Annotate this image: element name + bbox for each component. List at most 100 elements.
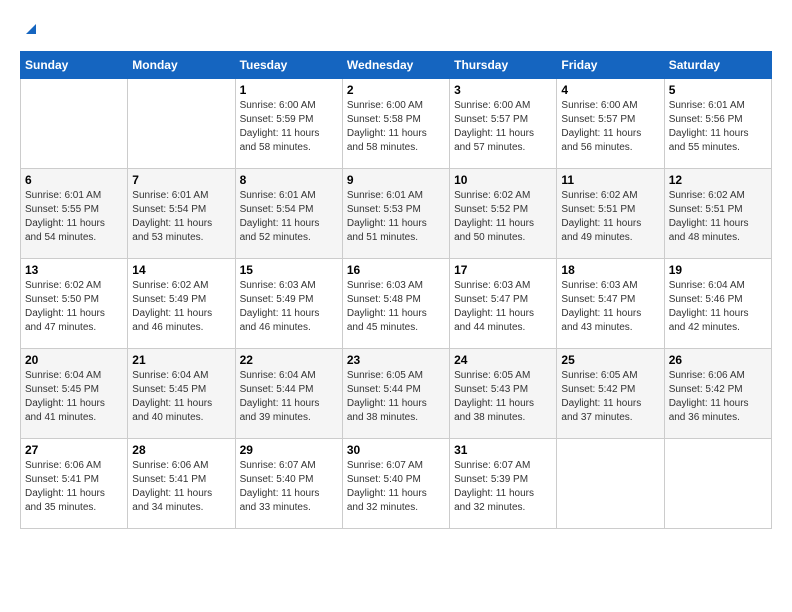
day-number: 31 (454, 443, 552, 457)
calendar-cell: 9 Sunrise: 6:01 AMSunset: 5:53 PMDaylight… (342, 169, 449, 259)
calendar-cell (128, 79, 235, 169)
weekday-header: Monday (128, 52, 235, 79)
day-info: Sunrise: 6:02 AMSunset: 5:51 PMDaylight:… (669, 189, 767, 245)
day-number: 18 (561, 263, 659, 277)
calendar-cell: 30Sunrise: 6:07 AMSunset: 5:40 PMDayligh… (342, 439, 449, 529)
day-info: Sunrise: 6:05 AMSunset: 5:42 PMDaylight:… (561, 369, 659, 425)
day-number: 3 (454, 83, 552, 97)
calendar-cell: 11 Sunrise: 6:02 AMSunset: 5:51 PMDayligh… (557, 169, 664, 259)
calendar-cell: 6 Sunrise: 6:01 AMSunset: 5:55 PMDaylight… (21, 169, 128, 259)
weekday-header: Tuesday (235, 52, 342, 79)
day-info: Sunrise: 6:01 AMSunset: 5:54 PMDaylight:… (132, 189, 230, 245)
day-number: 28 (132, 443, 230, 457)
calendar-week-row: 1 Sunrise: 6:00 AMSunset: 5:59 PMDaylight… (21, 79, 772, 169)
calendar-cell: 31 Sunrise: 6:07 AMSunset: 5:39 PMDayligh… (450, 439, 557, 529)
calendar-cell: 26 Sunrise: 6:06 AMSunset: 5:42 PMDayligh… (664, 349, 771, 439)
day-info: Sunrise: 6:00 AMSunset: 5:57 PMDaylight:… (561, 99, 659, 155)
calendar-table: SundayMondayTuesdayWednesdayThursdayFrid… (20, 51, 772, 529)
calendar-cell: 28 Sunrise: 6:06 AMSunset: 5:41 PMDayligh… (128, 439, 235, 529)
weekday-header: Sunday (21, 52, 128, 79)
day-number: 16 (347, 263, 445, 277)
day-info: Sunrise: 6:01 AMSunset: 5:53 PMDaylight:… (347, 189, 445, 245)
day-number: 9 (347, 173, 445, 187)
weekday-header: Wednesday (342, 52, 449, 79)
day-number: 30 (347, 443, 445, 457)
day-info: Sunrise: 6:03 AMSunset: 5:48 PMDaylight:… (347, 279, 445, 335)
calendar-cell: 10 Sunrise: 6:02 AMSunset: 5:52 PMDayligh… (450, 169, 557, 259)
day-number: 5 (669, 83, 767, 97)
calendar-cell: 18Sunrise: 6:03 AMSunset: 5:47 PMDayligh… (557, 259, 664, 349)
day-info: Sunrise: 6:05 AMSunset: 5:44 PMDaylight:… (347, 369, 445, 425)
calendar-cell: 17Sunrise: 6:03 AMSunset: 5:47 PMDayligh… (450, 259, 557, 349)
day-number: 12 (669, 173, 767, 187)
calendar-week-row: 6 Sunrise: 6:01 AMSunset: 5:55 PMDaylight… (21, 169, 772, 259)
calendar-cell: 27 Sunrise: 6:06 AMSunset: 5:41 PMDayligh… (21, 439, 128, 529)
calendar-cell: 23 Sunrise: 6:05 AMSunset: 5:44 PMDayligh… (342, 349, 449, 439)
day-number: 24 (454, 353, 552, 367)
day-info: Sunrise: 6:06 AMSunset: 5:41 PMDaylight:… (132, 459, 230, 515)
logo (20, 20, 38, 41)
day-info: Sunrise: 6:00 AMSunset: 5:57 PMDaylight:… (454, 99, 552, 155)
calendar-week-row: 13 Sunrise: 6:02 AMSunset: 5:50 PMDayligh… (21, 259, 772, 349)
calendar-header: SundayMondayTuesdayWednesdayThursdayFrid… (21, 52, 772, 79)
day-number: 2 (347, 83, 445, 97)
day-number: 10 (454, 173, 552, 187)
calendar-week-row: 20Sunrise: 6:04 AMSunset: 5:45 PMDayligh… (21, 349, 772, 439)
day-info: Sunrise: 6:01 AMSunset: 5:56 PMDaylight:… (669, 99, 767, 155)
calendar-cell: 25 Sunrise: 6:05 AMSunset: 5:42 PMDayligh… (557, 349, 664, 439)
logo-icon (22, 20, 38, 36)
day-info: Sunrise: 6:03 AMSunset: 5:49 PMDaylight:… (240, 279, 338, 335)
day-number: 26 (669, 353, 767, 367)
calendar-cell: 20Sunrise: 6:04 AMSunset: 5:45 PMDayligh… (21, 349, 128, 439)
day-number: 25 (561, 353, 659, 367)
day-number: 4 (561, 83, 659, 97)
day-info: Sunrise: 6:07 AMSunset: 5:40 PMDaylight:… (240, 459, 338, 515)
day-info: Sunrise: 6:07 AMSunset: 5:39 PMDaylight:… (454, 459, 552, 515)
calendar-cell (557, 439, 664, 529)
day-info: Sunrise: 6:04 AMSunset: 5:45 PMDaylight:… (132, 369, 230, 425)
weekday-row: SundayMondayTuesdayWednesdayThursdayFrid… (21, 52, 772, 79)
calendar-week-row: 27 Sunrise: 6:06 AMSunset: 5:41 PMDayligh… (21, 439, 772, 529)
day-number: 7 (132, 173, 230, 187)
day-info: Sunrise: 6:00 AMSunset: 5:59 PMDaylight:… (240, 99, 338, 155)
day-info: Sunrise: 6:03 AMSunset: 5:47 PMDaylight:… (454, 279, 552, 335)
day-info: Sunrise: 6:02 AMSunset: 5:51 PMDaylight:… (561, 189, 659, 245)
calendar-cell: 2Sunrise: 6:00 AMSunset: 5:58 PMDaylight… (342, 79, 449, 169)
calendar-cell: 13 Sunrise: 6:02 AMSunset: 5:50 PMDayligh… (21, 259, 128, 349)
day-info: Sunrise: 6:06 AMSunset: 5:42 PMDaylight:… (669, 369, 767, 425)
calendar-body: 1 Sunrise: 6:00 AMSunset: 5:59 PMDaylight… (21, 79, 772, 529)
day-number: 1 (240, 83, 338, 97)
day-info: Sunrise: 6:01 AMSunset: 5:55 PMDaylight:… (25, 189, 123, 245)
day-info: Sunrise: 6:02 AMSunset: 5:50 PMDaylight:… (25, 279, 123, 335)
day-number: 27 (25, 443, 123, 457)
day-number: 15 (240, 263, 338, 277)
day-number: 21 (132, 353, 230, 367)
day-number: 11 (561, 173, 659, 187)
calendar-cell (664, 439, 771, 529)
day-number: 14 (132, 263, 230, 277)
calendar-cell: 3 Sunrise: 6:00 AMSunset: 5:57 PMDaylight… (450, 79, 557, 169)
calendar-cell: 12 Sunrise: 6:02 AMSunset: 5:51 PMDayligh… (664, 169, 771, 259)
calendar-cell: 5 Sunrise: 6:01 AMSunset: 5:56 PMDaylight… (664, 79, 771, 169)
weekday-header: Friday (557, 52, 664, 79)
calendar-cell: 15 Sunrise: 6:03 AMSunset: 5:49 PMDayligh… (235, 259, 342, 349)
calendar-cell: 7 Sunrise: 6:01 AMSunset: 5:54 PMDaylight… (128, 169, 235, 259)
calendar-cell: 4 Sunrise: 6:00 AMSunset: 5:57 PMDaylight… (557, 79, 664, 169)
calendar-cell: 19Sunrise: 6:04 AMSunset: 5:46 PMDayligh… (664, 259, 771, 349)
calendar-cell: 8Sunrise: 6:01 AMSunset: 5:54 PMDaylight… (235, 169, 342, 259)
day-number: 23 (347, 353, 445, 367)
day-number: 29 (240, 443, 338, 457)
day-info: Sunrise: 6:05 AMSunset: 5:43 PMDaylight:… (454, 369, 552, 425)
day-number: 13 (25, 263, 123, 277)
calendar-cell: 1 Sunrise: 6:00 AMSunset: 5:59 PMDaylight… (235, 79, 342, 169)
day-info: Sunrise: 6:02 AMSunset: 5:49 PMDaylight:… (132, 279, 230, 335)
day-number: 22 (240, 353, 338, 367)
day-number: 6 (25, 173, 123, 187)
day-info: Sunrise: 6:06 AMSunset: 5:41 PMDaylight:… (25, 459, 123, 515)
day-number: 8 (240, 173, 338, 187)
weekday-header: Saturday (664, 52, 771, 79)
calendar-cell: 16 Sunrise: 6:03 AMSunset: 5:48 PMDayligh… (342, 259, 449, 349)
calendar-cell (21, 79, 128, 169)
calendar-cell: 21 Sunrise: 6:04 AMSunset: 5:45 PMDayligh… (128, 349, 235, 439)
day-info: Sunrise: 6:02 AMSunset: 5:52 PMDaylight:… (454, 189, 552, 245)
